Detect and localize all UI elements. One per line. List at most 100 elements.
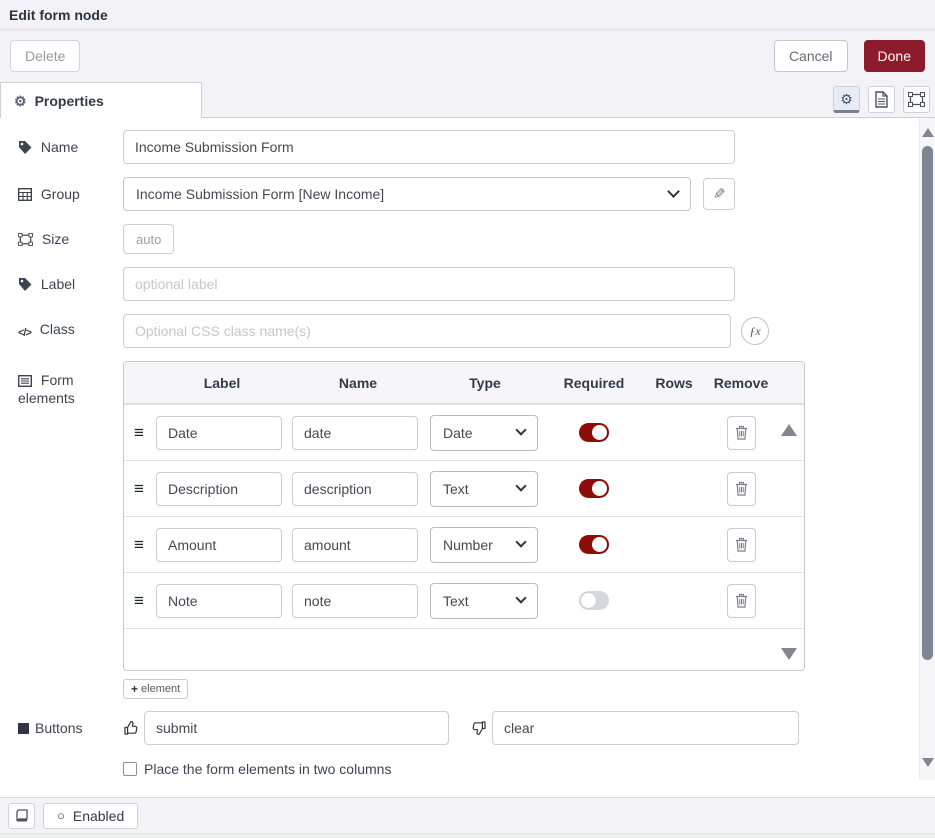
edit-group-button[interactable]: ✎: [703, 178, 735, 210]
header-required: Required: [544, 375, 644, 391]
element-type-select[interactable]: Number: [430, 527, 538, 563]
size-field-row: Size auto: [18, 224, 895, 254]
element-row: ≡ Text: [124, 460, 804, 516]
element-name-input[interactable]: [292, 528, 418, 562]
description-tab-button[interactable]: [868, 86, 895, 113]
settings-tab-button[interactable]: ⚙: [833, 86, 860, 113]
group-select-value: Income Submission Form [New Income]: [136, 186, 669, 202]
delete-element-button[interactable]: [727, 416, 756, 450]
submit-button-input[interactable]: [144, 711, 449, 745]
delete-button[interactable]: Delete: [10, 40, 80, 72]
window-edge: [0, 833, 935, 838]
list-alt-icon: [18, 375, 32, 387]
element-label-input[interactable]: [156, 416, 282, 450]
drag-handle-icon[interactable]: ≡: [124, 591, 154, 611]
scroll-up-button[interactable]: [922, 128, 934, 137]
properties-panel: Name Group Income Submission Form [New I…: [0, 118, 935, 797]
element-row: ≡ Number: [124, 516, 804, 572]
element-label-input[interactable]: [156, 528, 282, 562]
done-button[interactable]: Done: [864, 40, 925, 72]
drag-handle-icon[interactable]: ≡: [124, 535, 154, 555]
element-type-select[interactable]: Date: [430, 415, 538, 451]
cancel-button[interactable]: Cancel: [774, 40, 848, 72]
node-help-button[interactable]: [8, 803, 35, 829]
required-toggle[interactable]: [579, 423, 609, 442]
size-label: Size: [42, 231, 69, 247]
delete-element-button[interactable]: [727, 528, 756, 562]
dialog-header: Edit form node: [0, 0, 935, 30]
table-scroll-up-button[interactable]: [781, 424, 797, 436]
book-icon: [14, 809, 29, 823]
plus-icon: +: [131, 682, 138, 696]
square-icon: [18, 723, 29, 734]
chevron-down-icon: [515, 480, 526, 491]
buttons-field-row: Buttons: [18, 711, 895, 745]
element-name-input[interactable]: [292, 584, 418, 618]
class-label: Class: [40, 321, 75, 337]
gear-icon: ⚙: [14, 94, 27, 108]
tag-icon: [18, 140, 32, 154]
trash-icon: [735, 593, 748, 608]
table-icon: [18, 188, 32, 201]
circle-icon: ○: [57, 809, 65, 822]
two-columns-label: Place the form elements in two columns: [144, 761, 391, 777]
elements-table-header: Label Name Type Required Rows Remove: [124, 362, 804, 404]
class-input[interactable]: [123, 314, 731, 348]
size-button[interactable]: auto: [123, 224, 174, 254]
code-icon: </>: [18, 324, 31, 342]
trash-icon: [735, 537, 748, 552]
scrollbar-thumb[interactable]: [922, 146, 933, 660]
drag-handle-icon[interactable]: ≡: [124, 423, 154, 443]
label-input[interactable]: [123, 267, 735, 301]
trash-icon: [735, 425, 748, 440]
object-group-icon: [18, 233, 33, 246]
element-type-select[interactable]: Text: [430, 583, 538, 619]
edit-form-node-dialog: Edit form node Delete Cancel Done ⚙ Prop…: [0, 0, 935, 838]
group-field-row: Group Income Submission Form [New Income…: [18, 177, 895, 211]
header-type: Type: [426, 375, 544, 391]
delete-element-button[interactable]: [727, 472, 756, 506]
expression-button[interactable]: ƒx: [741, 317, 769, 345]
enabled-label: Enabled: [73, 808, 124, 824]
element-name-input[interactable]: [292, 416, 418, 450]
drag-handle-icon[interactable]: ≡: [124, 479, 154, 499]
delete-element-button[interactable]: [727, 584, 756, 618]
chevron-down-icon: [515, 536, 526, 547]
appearance-tab-button[interactable]: [903, 86, 930, 113]
tab-properties[interactable]: ⚙ Properties: [0, 82, 202, 118]
elements-table: Label Name Type Required Rows Remove ≡ D…: [123, 361, 805, 671]
enabled-toggle-button[interactable]: ○ Enabled: [43, 803, 138, 829]
element-label-input[interactable]: [156, 584, 282, 618]
name-input[interactable]: [123, 130, 735, 164]
chevron-down-icon: [515, 424, 526, 435]
tag-icon: [18, 277, 32, 291]
panel-scrollbar[interactable]: [919, 118, 935, 780]
add-element-button[interactable]: + element: [123, 679, 188, 699]
tab-properties-label: Properties: [35, 93, 104, 109]
required-toggle[interactable]: [579, 535, 609, 554]
element-name-input[interactable]: [292, 472, 418, 506]
element-row: ≡ Date: [124, 404, 804, 460]
element-label-input[interactable]: [156, 472, 282, 506]
label-label: Label: [41, 276, 75, 292]
gear-icon: ⚙: [840, 92, 853, 106]
required-toggle[interactable]: [579, 479, 609, 498]
table-scroll-down-button[interactable]: [781, 648, 797, 660]
header-label: Label: [154, 375, 290, 391]
document-icon: [874, 91, 889, 108]
dialog-title: Edit form node: [9, 7, 108, 23]
clear-button-input[interactable]: [492, 711, 799, 745]
two-columns-row: Place the form elements in two columns: [18, 761, 895, 777]
thumbs-down-icon: [471, 720, 487, 736]
two-columns-checkbox[interactable]: [123, 762, 137, 776]
header-name: Name: [290, 375, 426, 391]
element-type-select[interactable]: Text: [430, 471, 538, 507]
required-toggle[interactable]: [579, 591, 609, 610]
chevron-down-icon: [667, 185, 680, 198]
scroll-down-button[interactable]: [922, 758, 934, 767]
add-element-row: + element: [18, 679, 895, 699]
class-field-row: </> Class ƒx: [18, 314, 895, 348]
group-select[interactable]: Income Submission Form [New Income]: [123, 177, 691, 211]
name-field-row: Name: [18, 130, 895, 164]
tab-bar: ⚙ Properties ⚙: [0, 82, 935, 118]
